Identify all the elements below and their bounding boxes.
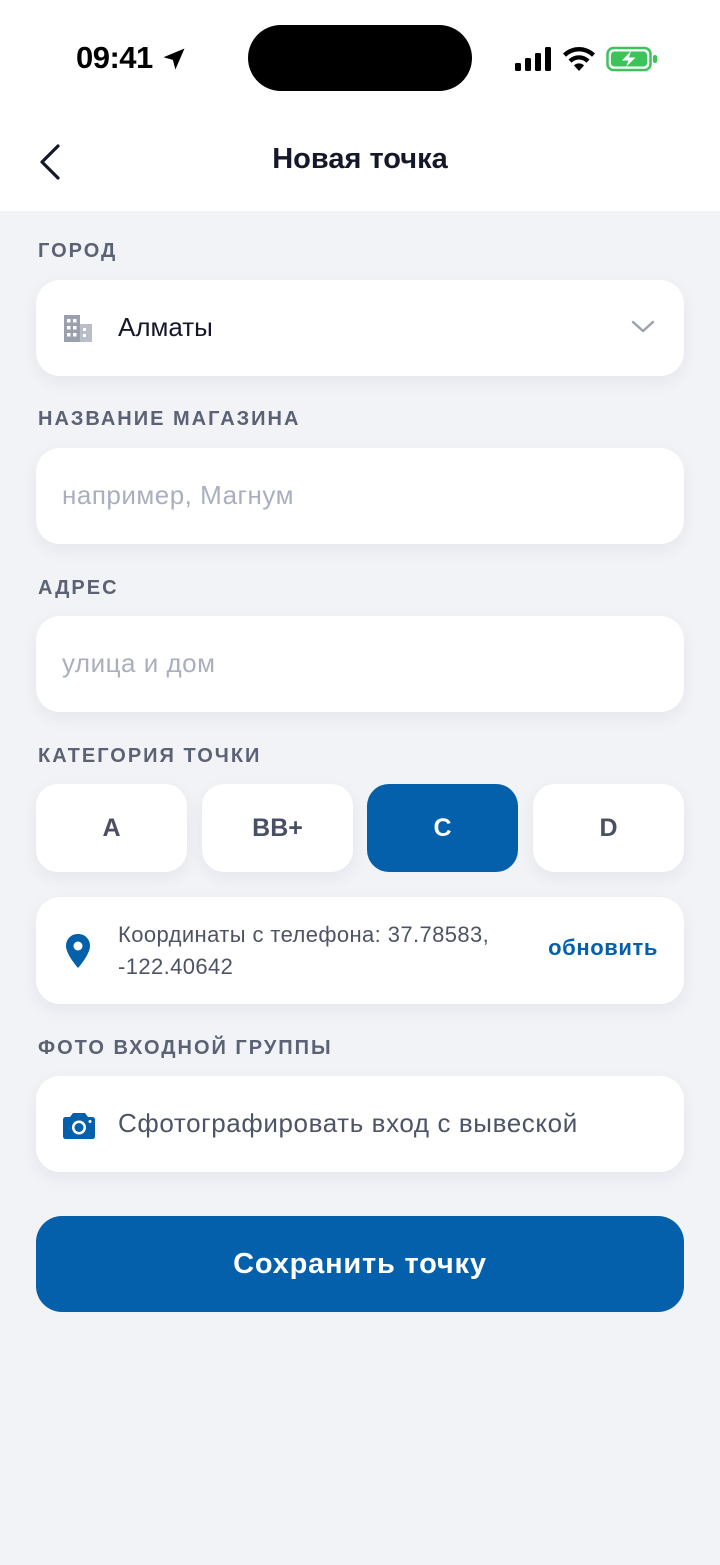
address-placeholder: улица и дом	[62, 648, 216, 678]
store-name-placeholder: например, Магнум	[62, 480, 294, 510]
wifi-icon	[563, 47, 595, 71]
category-option-bb-plus[interactable]: BB+	[202, 784, 353, 872]
store-name-label: НАЗВАНИЕ МАГАЗИНА	[38, 408, 301, 430]
camera-icon	[63, 1113, 95, 1139]
category-option-d[interactable]: D	[533, 784, 684, 872]
category-label: КАТЕГОРИЯ ТОЧКИ	[38, 745, 262, 767]
city-label: ГОРОД	[38, 240, 118, 262]
page-title: Новая точка	[272, 143, 448, 175]
coordinates-card: Координаты с телефона: 37.78583, -122.40…	[36, 897, 684, 1004]
refresh-coordinates-link[interactable]: обновить	[548, 935, 658, 961]
category-option-c[interactable]: C	[367, 784, 518, 872]
save-point-button[interactable]: Сохранить точку	[36, 1216, 684, 1312]
chevron-down-icon	[631, 320, 655, 333]
status-time: 09:41	[76, 40, 153, 75]
store-name-input[interactable]: например, Магнум	[36, 448, 684, 544]
city-value: Алматы	[118, 312, 213, 342]
dynamic-island	[248, 25, 472, 91]
photo-label: ФОТО ВХОДНОЙ ГРУППЫ	[38, 1037, 333, 1059]
category-option-a[interactable]: A	[36, 784, 187, 872]
coordinates-text: Координаты с телефона: 37.78583, -122.40…	[118, 922, 490, 979]
city-select[interactable]: Алматы	[36, 280, 684, 376]
signal-bars-icon	[515, 47, 551, 71]
building-icon	[64, 315, 92, 342]
location-arrow-icon	[163, 48, 185, 70]
battery-charging-icon	[606, 46, 657, 72]
take-photo-button[interactable]: Сфотографировать вход с вывеской	[36, 1076, 684, 1172]
map-pin-icon	[66, 934, 90, 968]
take-photo-label: Сфотографировать вход с вывеской	[118, 1108, 578, 1138]
screen: 09:41 Новая точка ГОРОД Алматы НАЗВАНИЕ …	[0, 0, 720, 1565]
top-bar: 09:41 Новая точка	[0, 0, 720, 211]
address-input[interactable]: улица и дом	[36, 616, 684, 712]
address-label: АДРЕС	[38, 577, 119, 599]
